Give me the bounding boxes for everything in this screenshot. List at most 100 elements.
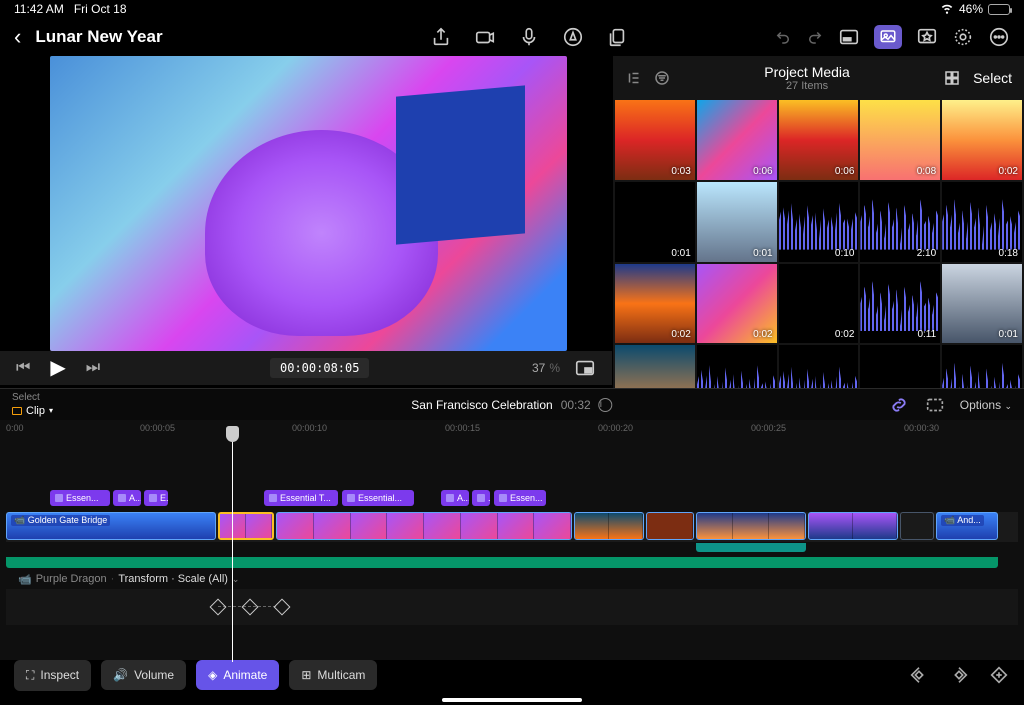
select-clip-chip[interactable]: Clip ▾ (12, 405, 53, 417)
title-clip[interactable]: A... (113, 490, 141, 506)
media-thumb[interactable]: 0:02 (942, 100, 1022, 180)
media-thumb[interactable]: 0:01 (615, 182, 695, 262)
next-frame-button[interactable]: ⏭ (86, 360, 100, 376)
effects-browser-icon[interactable] (916, 26, 938, 48)
media-thumb[interactable]: 0:06 (697, 100, 777, 180)
timeline-duration: 00:32 (561, 398, 591, 412)
link-clips-icon[interactable] (888, 394, 910, 416)
video-clip[interactable] (646, 512, 694, 540)
media-thumb[interactable] (860, 345, 940, 388)
timeline-header: Select Clip ▾ San Francisco Celebration … (0, 388, 1024, 420)
transform-path[interactable]: 📹 Purple Dragon · Transform · Scale (All… (6, 569, 1018, 589)
keyframe[interactable] (242, 599, 259, 616)
title-clip[interactable]: Essential... (342, 490, 414, 506)
pip-icon[interactable] (574, 357, 596, 379)
video-track[interactable]: 📹 Golden Gate Bridge 📹 And... (6, 512, 1018, 542)
select-label: Select (12, 393, 53, 403)
media-thumb[interactable]: 0:08 (860, 100, 940, 180)
select-button[interactable]: Select (973, 70, 1012, 86)
media-thumb[interactable] (779, 345, 859, 388)
browser-title[interactable]: Project Media (671, 64, 943, 80)
video-clip[interactable] (696, 512, 806, 540)
media-thumb[interactable]: 0:06 (779, 100, 859, 180)
footer-toolbar: ⛶Inspect 🔊Volume ◈Animate ⊞Multicam (0, 655, 1024, 695)
keyframe[interactable] (210, 599, 227, 616)
media-thumb[interactable]: 0:02 (615, 264, 695, 344)
multicam-button[interactable]: ⊞Multicam (289, 660, 377, 690)
media-thumb[interactable] (615, 345, 695, 388)
voiceover-icon[interactable] (518, 26, 540, 48)
share-icon[interactable] (430, 26, 452, 48)
video-clip[interactable] (900, 512, 934, 540)
duplicate-icon[interactable] (606, 26, 628, 48)
titles-icon[interactable] (838, 26, 860, 48)
filter-icon[interactable] (653, 69, 671, 87)
media-browser-icon[interactable] (874, 25, 902, 49)
home-indicator[interactable] (442, 698, 582, 702)
title-track[interactable]: Essen... A... E... Essential T... Essent… (6, 490, 1018, 508)
prev-keyframe-icon[interactable] (908, 664, 930, 686)
redo-icon[interactable] (806, 28, 824, 46)
camera-import-icon[interactable] (474, 26, 496, 48)
music-track[interactable] (6, 557, 1018, 569)
back-button[interactable]: ‹ (14, 24, 21, 50)
title-clip[interactable]: E... (144, 490, 168, 506)
media-browser: Project Media 27 Items Select 0:03 0:06 … (612, 56, 1024, 388)
media-thumb[interactable]: 0:03 (615, 100, 695, 180)
wifi-icon (940, 1, 954, 18)
title-clip[interactable]: A... (441, 490, 469, 506)
media-thumb[interactable]: 0:02 (697, 264, 777, 344)
keyframe-lane[interactable] (6, 589, 1018, 625)
timeline-project-name[interactable]: San Francisco Celebration (411, 398, 552, 412)
media-thumb[interactable]: 0:01 (697, 182, 777, 262)
options-dropdown[interactable]: Options ⌄ (960, 398, 1012, 412)
browser-count: 27 Items (671, 80, 943, 92)
video-clip[interactable] (808, 512, 898, 540)
media-thumb[interactable]: 0:01 (942, 264, 1022, 344)
title-clip[interactable]: Essen... (494, 490, 546, 506)
info-icon[interactable]: i (599, 398, 613, 412)
volume-button[interactable]: 🔊Volume (101, 660, 186, 690)
media-thumb[interactable]: 0:18 (942, 182, 1022, 262)
title-clip[interactable]: ... (472, 490, 490, 506)
battery-pct: 46% (959, 2, 983, 16)
sidebar-toggle-icon[interactable] (625, 69, 643, 87)
more-icon[interactable] (988, 26, 1010, 48)
title-clip[interactable]: Essen... (50, 490, 110, 506)
zoom-unit: % (549, 361, 560, 375)
add-keyframe-icon[interactable] (988, 664, 1010, 686)
video-clip[interactable]: 📹 And... (936, 512, 998, 540)
timeline[interactable]: 0:00 00:00:05 00:00:10 00:00:15 00:00:20… (0, 420, 1024, 660)
music-clip[interactable] (6, 557, 998, 568)
snapping-icon[interactable] (924, 394, 946, 416)
undo-icon[interactable] (774, 28, 792, 46)
video-clip[interactable] (574, 512, 644, 540)
color-wheel-icon[interactable] (952, 26, 974, 48)
media-thumb[interactable]: 0:11 (860, 264, 940, 344)
next-keyframe-icon[interactable] (948, 664, 970, 686)
project-title: Lunar New Year (35, 27, 162, 47)
zoom-value[interactable]: 37 (532, 361, 545, 375)
video-clip[interactable]: 📹 Golden Gate Bridge (6, 512, 216, 540)
media-thumb[interactable]: 0:02 (779, 264, 859, 344)
title-clip[interactable]: Essential T... (264, 490, 338, 506)
live-draw-icon[interactable] (562, 26, 584, 48)
video-clip-selected[interactable] (218, 512, 274, 540)
time-ruler[interactable]: 0:00 00:00:05 00:00:10 00:00:15 00:00:20… (0, 420, 1024, 440)
prev-frame-button[interactable]: ⏮ (16, 360, 30, 376)
preview-canvas[interactable] (50, 56, 567, 351)
video-clip[interactable] (276, 512, 572, 540)
media-thumb[interactable] (697, 345, 777, 388)
grid-view-icon[interactable] (943, 69, 961, 87)
playhead[interactable] (232, 432, 233, 662)
media-thumb[interactable] (942, 345, 1022, 388)
animate-button[interactable]: ◈Animate (196, 660, 279, 690)
inspect-button[interactable]: ⛶Inspect (14, 660, 91, 691)
media-thumb[interactable]: 2:10 (860, 182, 940, 262)
audio-clip[interactable] (696, 543, 806, 552)
keyframe[interactable] (274, 599, 291, 616)
timecode-display[interactable]: 00:00:08:05 (270, 358, 369, 378)
linked-audio-track[interactable] (6, 543, 1018, 553)
play-button[interactable]: ▶ (50, 358, 65, 378)
media-thumb[interactable]: 0:10 (779, 182, 859, 262)
